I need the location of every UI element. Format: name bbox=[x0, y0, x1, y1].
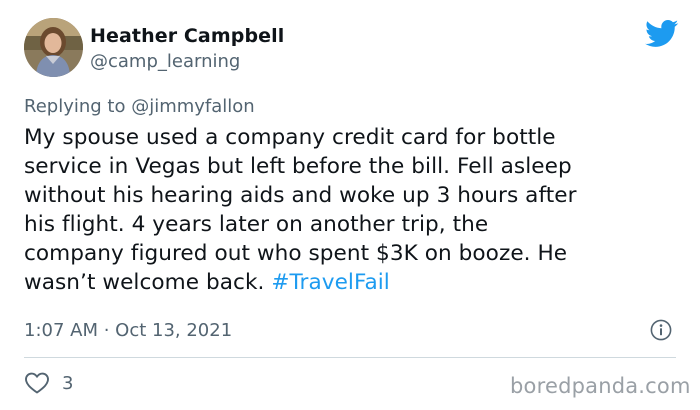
tweet-card: Heather Campbell @camp_learning Replying… bbox=[0, 0, 700, 410]
avatar-photo-icon bbox=[24, 18, 83, 77]
tweet-timestamp[interactable]: 1:07 AM · Oct 13, 2021 bbox=[24, 320, 232, 341]
avatar[interactable] bbox=[24, 18, 83, 77]
hashtag-link[interactable]: #TravelFail bbox=[271, 270, 390, 295]
author-handle[interactable]: @camp_learning bbox=[90, 51, 240, 72]
info-icon[interactable] bbox=[650, 319, 672, 341]
tweet-text: My spouse used a company credit card for… bbox=[24, 124, 694, 297]
like-count: 3 bbox=[62, 373, 74, 394]
author-display-name[interactable]: Heather Campbell bbox=[90, 25, 284, 47]
reply-mention-link[interactable]: @jimmyfallon bbox=[131, 96, 255, 117]
heart-icon[interactable] bbox=[24, 371, 50, 395]
twitter-bird-icon[interactable] bbox=[645, 20, 679, 48]
watermark: boredpanda.com bbox=[510, 374, 691, 398]
replying-to-label: Replying to bbox=[24, 96, 132, 117]
divider bbox=[24, 357, 676, 358]
replying-to-line: Replying to @jimmyfallon bbox=[24, 96, 255, 117]
